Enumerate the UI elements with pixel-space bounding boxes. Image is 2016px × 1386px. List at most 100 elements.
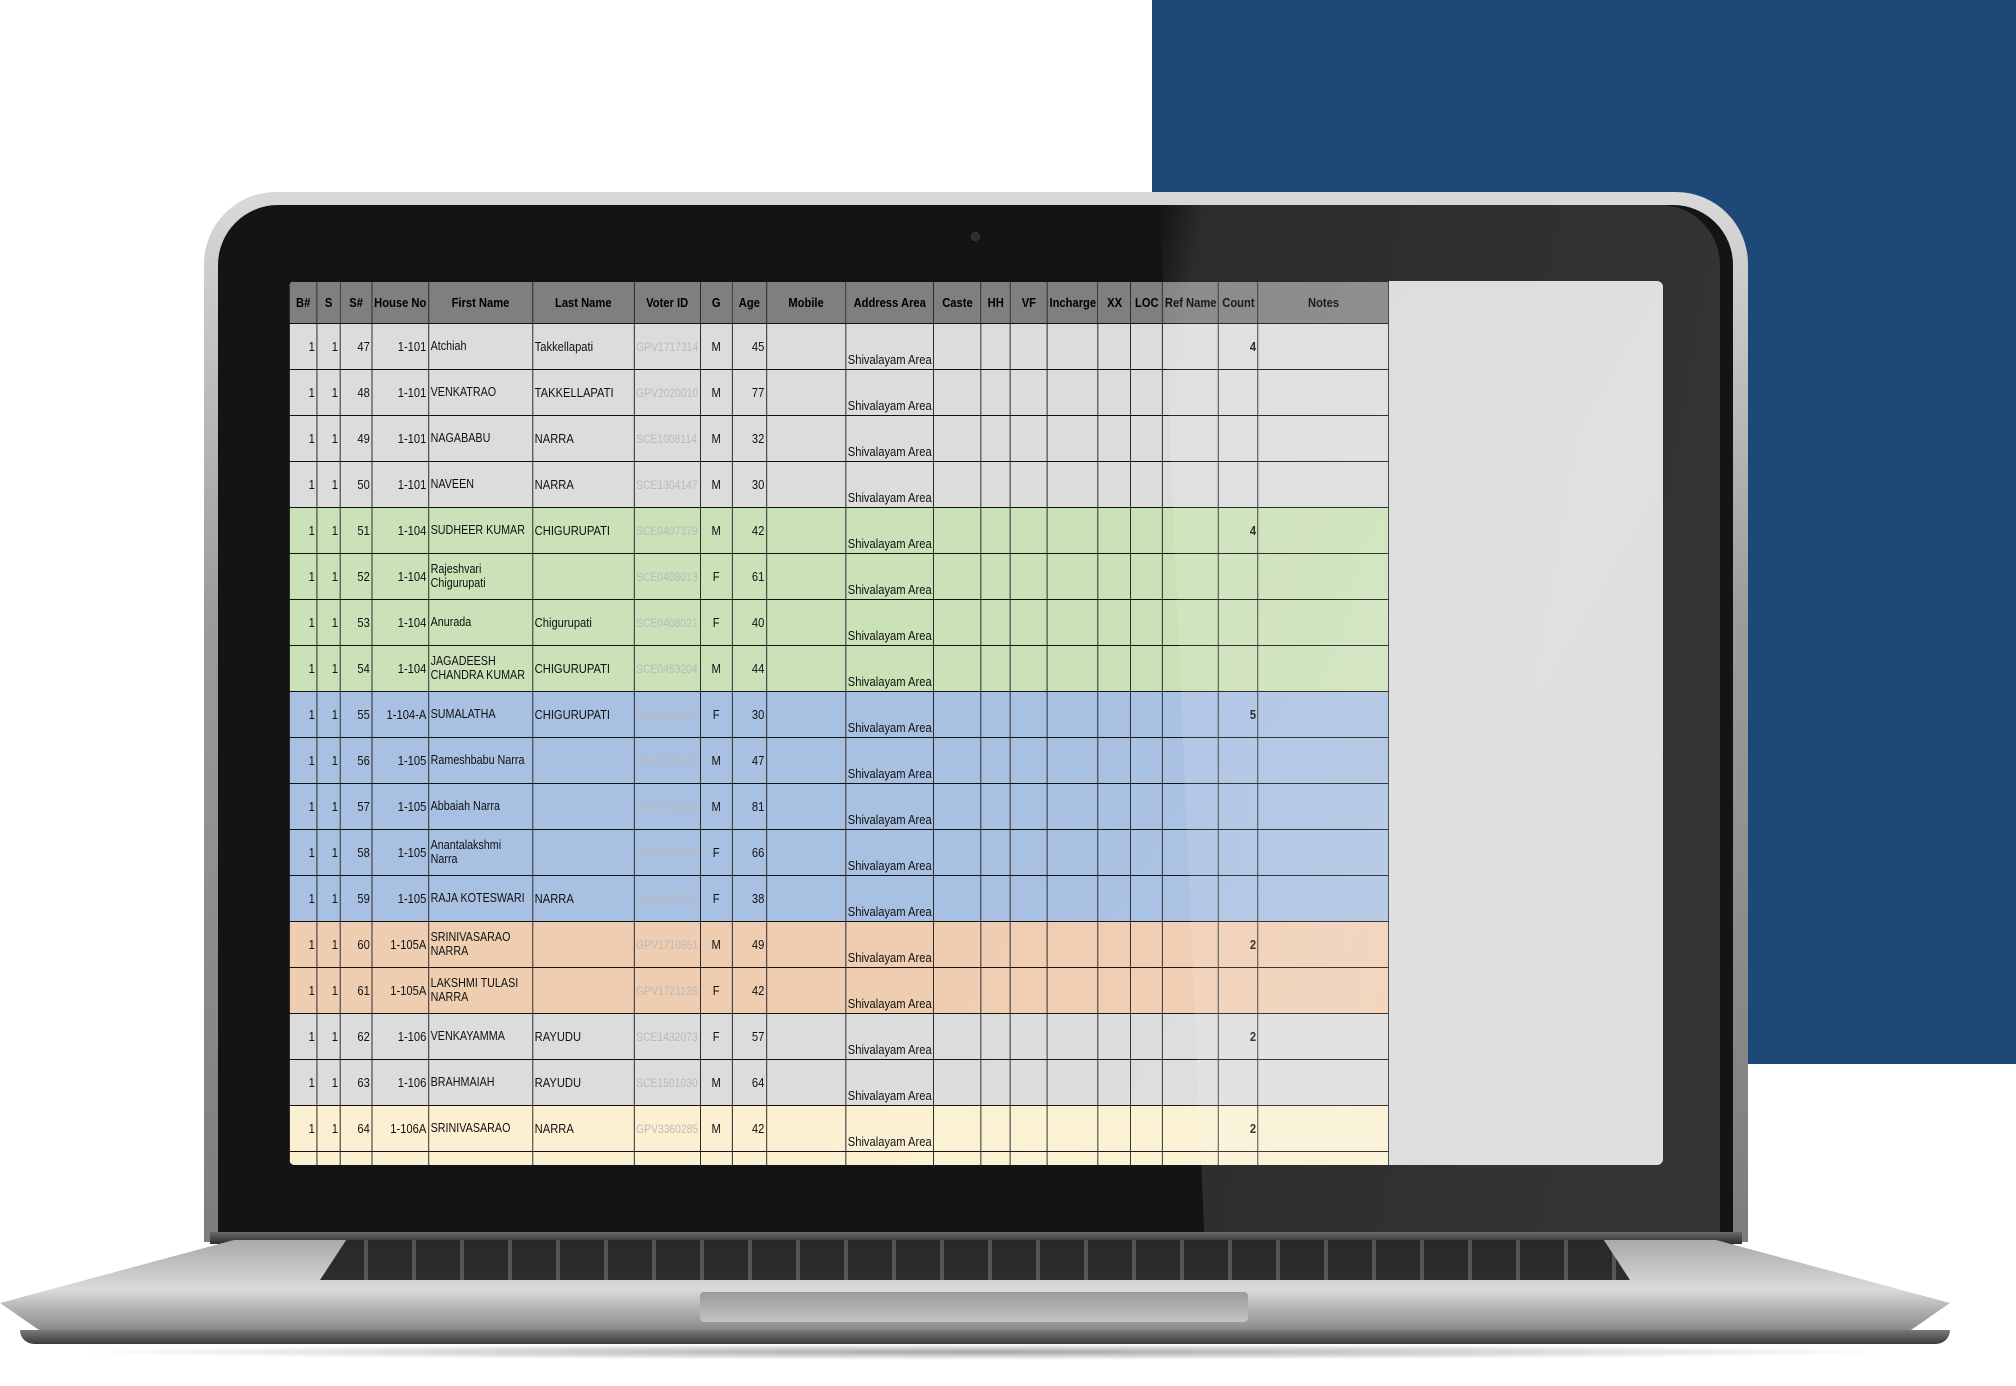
cell-incharge[interactable] [1046, 691, 1099, 738]
cell-booth[interactable]: 1 [289, 599, 318, 646]
cell-booth[interactable]: 1 [289, 967, 318, 1014]
cell-serial[interactable]: 52 [339, 553, 373, 600]
cell-last-name[interactable]: RAYUDU [532, 1059, 635, 1106]
cell-house-no[interactable]: 1-106 [371, 1059, 429, 1106]
column-header[interactable]: Caste [933, 281, 982, 324]
cell-vf[interactable] [1009, 967, 1048, 1014]
cell-gender[interactable]: M [699, 783, 733, 830]
cell-hh[interactable] [980, 875, 1011, 922]
cell-section[interactable]: 1 [316, 921, 341, 968]
cell-loc[interactable] [1130, 645, 1164, 692]
cell-vf[interactable] [1009, 1013, 1048, 1060]
cell-xx[interactable] [1097, 461, 1132, 508]
cell-section[interactable]: 1 [316, 461, 341, 508]
cell-age[interactable]: 30 [731, 691, 767, 738]
cell-gender[interactable]: F [699, 691, 733, 738]
cell-xx[interactable] [1097, 507, 1132, 554]
cell-gender[interactable]: F [699, 967, 733, 1014]
cell-gender[interactable]: M [699, 461, 733, 508]
cell-first-name[interactable]: Rameshbabu Narra [428, 737, 533, 784]
cell-address-area[interactable]: Shivalayam Area [845, 1059, 935, 1106]
cell-incharge[interactable] [1046, 875, 1099, 922]
cell-mobile[interactable] [766, 369, 847, 416]
cell-caste[interactable] [933, 1151, 982, 1165]
cell-booth[interactable]: 1 [289, 1059, 318, 1106]
cell-loc[interactable] [1130, 1105, 1164, 1152]
column-header[interactable]: LOC [1130, 281, 1164, 324]
cell-address-area[interactable]: Shivalayam Area [845, 553, 935, 600]
cell-house-no[interactable]: 1-105 [371, 783, 429, 830]
cell-house-no[interactable]: 1-104 [371, 645, 429, 692]
cell-house-no[interactable]: 1-106A [371, 1151, 429, 1165]
column-header[interactable]: G [699, 281, 733, 324]
cell-voter-id[interactable]: SCE0453204 [633, 645, 701, 692]
cell-incharge[interactable] [1046, 415, 1099, 462]
cell-gender[interactable]: F [699, 553, 733, 600]
cell-serial[interactable]: 47 [339, 323, 373, 370]
cell-incharge[interactable] [1046, 783, 1099, 830]
cell-age[interactable]: 42 [731, 967, 767, 1014]
cell-xx[interactable] [1097, 323, 1132, 370]
column-header[interactable]: Age [731, 281, 767, 324]
cell-xx[interactable] [1097, 967, 1132, 1014]
cell-last-name[interactable] [532, 829, 635, 876]
cell-loc[interactable] [1130, 1151, 1164, 1165]
cell-gender[interactable]: F [699, 875, 733, 922]
cell-booth[interactable]: 1 [289, 1151, 318, 1165]
cell-voter-id[interactable]: SCE0408021 [633, 599, 701, 646]
cell-xx[interactable] [1097, 1151, 1132, 1165]
cell-gender[interactable]: F [699, 599, 733, 646]
cell-address-area[interactable]: Shivalayam Area [845, 415, 935, 462]
cell-booth[interactable]: 1 [289, 829, 318, 876]
cell-first-name[interactable]: LAKSHMI TULASI NARRA [428, 967, 533, 1014]
cell-vf[interactable] [1009, 1105, 1048, 1152]
cell-section[interactable]: 1 [316, 599, 341, 646]
cell-vf[interactable] [1009, 1151, 1048, 1165]
cell-first-name[interactable]: SRINIVASARAO NARRA [428, 921, 533, 968]
cell-section[interactable]: 1 [316, 691, 341, 738]
cell-address-area[interactable]: Shivalayam Area [845, 507, 935, 554]
cell-incharge[interactable] [1046, 1013, 1099, 1060]
cell-age[interactable]: 64 [731, 1059, 767, 1106]
cell-xx[interactable] [1097, 553, 1132, 600]
column-header[interactable]: HH [980, 281, 1011, 324]
cell-section[interactable]: 1 [316, 1151, 341, 1165]
cell-xx[interactable] [1097, 369, 1132, 416]
cell-voter-id[interactable]: SCE0307027 [633, 691, 701, 738]
cell-house-no[interactable]: 1-101 [371, 323, 429, 370]
cell-first-name[interactable]: NAVEEN [428, 461, 533, 508]
cell-first-name[interactable]: Abbaiah Narra [428, 783, 533, 830]
cell-serial[interactable]: 50 [339, 461, 373, 508]
cell-section[interactable]: 1 [316, 1059, 341, 1106]
cell-booth[interactable]: 1 [289, 415, 318, 462]
cell-last-name[interactable]: NARRA [532, 875, 635, 922]
cell-voter-id[interactable]: SCE1304147 [633, 461, 701, 508]
cell-hh[interactable] [980, 645, 1011, 692]
cell-gender[interactable]: F [699, 829, 733, 876]
cell-first-name[interactable]: JAGADEESH CHANDRA KUMAR [428, 645, 533, 692]
cell-house-no[interactable]: 1-104 [371, 599, 429, 646]
cell-last-name[interactable]: NARRA [532, 461, 635, 508]
cell-hh[interactable] [980, 369, 1011, 416]
cell-first-name[interactable]: VENKATRAO [428, 369, 533, 416]
cell-gender[interactable]: M [699, 415, 733, 462]
column-header[interactable]: B# [289, 281, 318, 324]
column-header[interactable]: S# [339, 281, 373, 324]
cell-caste[interactable] [933, 1013, 982, 1060]
cell-age[interactable]: 42 [731, 507, 767, 554]
cell-vf[interactable] [1009, 599, 1048, 646]
cell-address-area[interactable]: Shivalayam Area [845, 1013, 935, 1060]
cell-incharge[interactable] [1046, 921, 1099, 968]
cell-age[interactable]: 40 [731, 599, 767, 646]
cell-first-name[interactable]: Atchiah [428, 323, 533, 370]
cell-loc[interactable] [1130, 875, 1164, 922]
cell-hh[interactable] [980, 599, 1011, 646]
cell-hh[interactable] [980, 967, 1011, 1014]
cell-incharge[interactable] [1046, 829, 1099, 876]
cell-voter-id[interactable]: SCE0907752 [633, 875, 701, 922]
cell-last-name[interactable]: NARRA [532, 415, 635, 462]
cell-age[interactable]: 42 [731, 1105, 767, 1152]
cell-serial[interactable]: 51 [339, 507, 373, 554]
cell-booth[interactable]: 1 [289, 645, 318, 692]
cell-serial[interactable]: 49 [339, 415, 373, 462]
